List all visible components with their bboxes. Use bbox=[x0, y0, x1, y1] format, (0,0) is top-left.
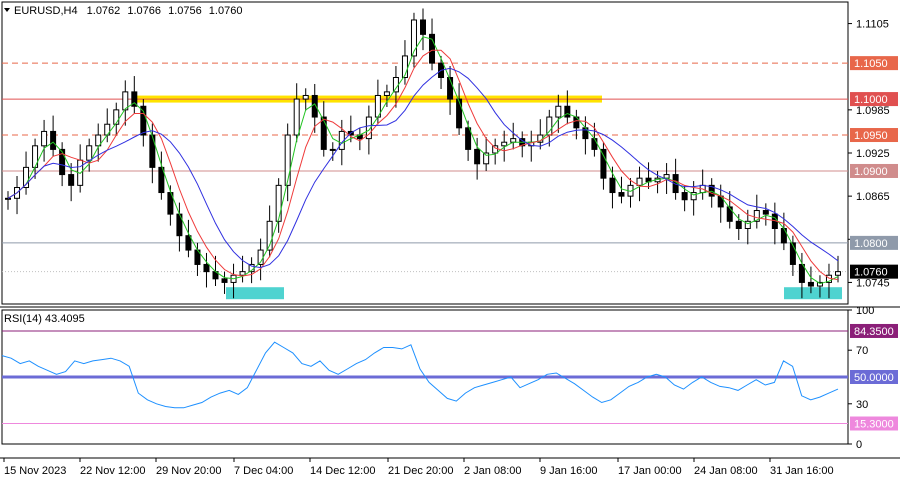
price-tick-label: 1.0925 bbox=[856, 148, 890, 160]
candle-body bbox=[555, 105, 562, 118]
price-tick-label: 1.0745 bbox=[856, 277, 890, 289]
candle-body bbox=[50, 130, 57, 150]
candle-body bbox=[807, 281, 814, 287]
candle-body bbox=[203, 263, 210, 273]
candle-body bbox=[86, 145, 93, 161]
candle-body bbox=[798, 263, 805, 283]
time-label: 7 Dec 04:00 bbox=[234, 465, 293, 477]
candle-body bbox=[221, 278, 228, 283]
candle-body bbox=[474, 148, 481, 165]
time-label: 2 Jan 08:00 bbox=[464, 465, 522, 477]
candle-body bbox=[465, 127, 472, 150]
candle-body bbox=[510, 138, 517, 143]
candle-body bbox=[320, 116, 327, 150]
rsi-level-label: 84.3500 bbox=[854, 326, 894, 338]
rsi-line bbox=[1, 341, 839, 409]
level-label: 1.0900 bbox=[854, 166, 888, 178]
rsi-tick-label: 0 bbox=[856, 439, 862, 451]
candle-body bbox=[618, 192, 625, 197]
chart-svg: 1.11051.09851.09251.08651.08051.07451.10… bbox=[0, 1, 900, 477]
candle-body bbox=[392, 77, 399, 93]
rsi-tick-label: 70 bbox=[856, 345, 868, 357]
support-zone bbox=[226, 287, 284, 300]
chart-header: EURUSD,H4 1.0762 1.0766 1.0756 1.0760 bbox=[14, 5, 242, 17]
candle-body bbox=[636, 177, 643, 186]
rsi-panel[interactable]: 100 70 30 0 84.3500 50.0000 15.3000 bbox=[1, 305, 898, 451]
ma-fast-line bbox=[7, 36, 839, 285]
time-label: 24 Jan 08:00 bbox=[694, 465, 758, 477]
candle-body bbox=[456, 98, 463, 129]
time-label: 15 Nov 2023 bbox=[4, 465, 66, 477]
candle-body bbox=[41, 130, 48, 147]
time-label: 17 Jan 00:00 bbox=[618, 465, 682, 477]
time-label: 21 Dec 20:00 bbox=[388, 465, 453, 477]
level-label: 1.0800 bbox=[854, 238, 888, 250]
ohlc-high: 1.0766 bbox=[127, 5, 161, 17]
candle-body bbox=[5, 197, 11, 200]
candle-body bbox=[329, 148, 336, 151]
candle-body bbox=[591, 138, 598, 150]
candle-body bbox=[835, 271, 841, 276]
rsi-tick-label: 30 bbox=[856, 399, 868, 411]
candle-body bbox=[492, 145, 499, 154]
candle-body bbox=[284, 134, 291, 186]
rsi-level-label: 50.0000 bbox=[854, 372, 894, 384]
price-frame bbox=[1, 1, 849, 305]
candle-body bbox=[564, 105, 571, 118]
time-label: 14 Dec 12:00 bbox=[310, 465, 375, 477]
chart-root: 1.11051.09851.09251.08651.08051.07451.10… bbox=[0, 0, 900, 480]
time-label: 29 Nov 20:00 bbox=[156, 465, 221, 477]
price-tick-label: 1.0985 bbox=[856, 105, 890, 117]
ohlc-open: 1.0762 bbox=[87, 5, 121, 17]
candle-body bbox=[663, 174, 670, 179]
candle-body bbox=[600, 148, 607, 179]
candle-body bbox=[726, 206, 733, 222]
candle-body bbox=[293, 98, 300, 136]
level-label: 1.0950 bbox=[854, 130, 888, 142]
candle-body bbox=[735, 220, 742, 230]
symbol-label: EURUSD,H4 bbox=[14, 5, 78, 17]
price-panel[interactable]: 1.11051.09851.09251.08651.08051.07451.10… bbox=[0, 1, 900, 308]
rsi-level-label: 15.3000 bbox=[854, 418, 894, 430]
time-label: 22 Nov 12:00 bbox=[80, 465, 145, 477]
candle-body bbox=[302, 94, 309, 100]
candle-body bbox=[681, 192, 688, 201]
current-price-label: 1.0760 bbox=[854, 267, 888, 279]
candle-body bbox=[113, 109, 120, 125]
level-label: 1.1050 bbox=[854, 58, 888, 70]
candle-body bbox=[420, 19, 426, 35]
candle-body bbox=[483, 152, 490, 165]
candle-body bbox=[609, 177, 616, 194]
candle-body bbox=[275, 184, 282, 222]
ohlc-low: 1.0756 bbox=[168, 5, 202, 17]
rsi-tick-label: 100 bbox=[856, 305, 874, 317]
candle-body bbox=[546, 116, 553, 136]
level-label: 1.1000 bbox=[854, 94, 888, 106]
time-axis: 15 Nov 2023 22 Nov 12:00 29 Nov 20:00 7 Dec… bbox=[0, 457, 900, 477]
support-zone bbox=[784, 287, 842, 300]
price-tick-label: 1.0865 bbox=[856, 191, 890, 203]
ohlc-close: 1.0760 bbox=[209, 5, 243, 17]
candle-body bbox=[762, 210, 769, 215]
candle-body bbox=[185, 235, 192, 251]
candle-body bbox=[383, 91, 390, 96]
price-tick-label: 1.1105 bbox=[856, 19, 889, 31]
time-label: 9 Jan 16:00 bbox=[540, 465, 598, 477]
candle-body bbox=[501, 141, 508, 147]
rsi-title: RSI(14) 43.4095 bbox=[4, 313, 85, 325]
candle-body bbox=[68, 174, 75, 186]
candle-body bbox=[149, 134, 156, 168]
menu-triangle-icon bbox=[4, 8, 10, 12]
time-label: 31 Jan 16:00 bbox=[770, 465, 834, 477]
